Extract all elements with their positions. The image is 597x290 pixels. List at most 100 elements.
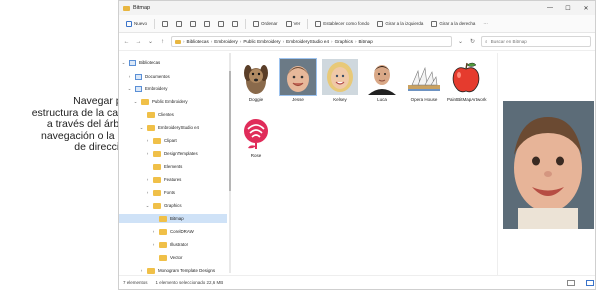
sort-icon: [253, 20, 260, 27]
refresh-icon[interactable]: ↻: [469, 38, 476, 45]
sort-button[interactable]: Ordenar: [250, 20, 281, 28]
folder-icon: [175, 39, 181, 44]
back-icon[interactable]: ←: [123, 39, 130, 45]
breadcrumb-item[interactable]: Bibliotecas: [187, 39, 209, 44]
tree-item-fonts[interactable]: › Fonts: [145, 188, 175, 197]
tree-item-illustrator[interactable]: › Illustrator: [151, 240, 188, 249]
details-view-icon[interactable]: [567, 279, 575, 286]
rotate-right-button[interactable]: Girar a la derecha: [428, 20, 478, 28]
divider: [307, 18, 309, 29]
maximize-button[interactable]: ☐: [559, 5, 577, 12]
tree-item-monogram[interactable]: › Monogram Template Designs: [139, 266, 215, 275]
folder-icon: [153, 176, 161, 183]
tiles-view-icon[interactable]: [586, 279, 594, 286]
chevron-down-icon[interactable]: ⌄: [139, 125, 144, 131]
tree-item-designtemplates[interactable]: › DesignTemplates: [145, 149, 198, 158]
share-button[interactable]: [215, 20, 227, 28]
tree-item-bitmap[interactable]: Bitmap: [119, 214, 227, 223]
library-icon: [129, 59, 136, 66]
library-icon: [135, 85, 142, 92]
tree-item-bibliotecas[interactable]: ⌄ Bibliotecas: [121, 58, 160, 67]
girl-photo-icon: [322, 59, 358, 95]
cut-button[interactable]: [159, 20, 171, 28]
plus-icon: [126, 20, 132, 27]
tree-item-graphics[interactable]: ⌄ Graphics: [145, 201, 182, 210]
baby-photo-icon: [279, 58, 317, 96]
tree-item-embroidery[interactable]: ⌄ Embroidery: [127, 84, 167, 93]
chevron-right-icon[interactable]: ›: [139, 268, 144, 273]
copy-button[interactable]: [173, 20, 185, 28]
file-item-paintbitmapartwork[interactable]: PaintBitMapArtwork: [447, 59, 487, 102]
address-bar[interactable]: › Bibliotecas › Embroidery › Public Embr…: [171, 36, 452, 47]
tree-item-public-embroidery[interactable]: ⌄ Public Embroidery: [133, 97, 188, 106]
tree-item-label: Clientes: [158, 112, 174, 117]
breadcrumb-item[interactable]: EmbroideryStudio e4: [286, 39, 329, 44]
chevron-down-icon[interactable]: ⌄: [127, 86, 132, 92]
set-background-button[interactable]: Establecer como fondo: [312, 20, 372, 28]
file-item-rose[interactable]: Rose: [237, 115, 275, 158]
recent-chevron-icon[interactable]: ⌄: [147, 38, 154, 45]
folder-icon: [123, 5, 130, 11]
folder-icon: [153, 202, 161, 209]
up-icon[interactable]: ↑: [159, 39, 166, 45]
preview-pane: [497, 53, 595, 275]
forward-icon[interactable]: →: [135, 39, 142, 45]
tree-item-embroiderystudio[interactable]: ⌄ EmbroideryStudio e4: [139, 123, 199, 132]
chevron-right-icon[interactable]: ›: [145, 151, 150, 156]
tree-scrollbar[interactable]: [229, 53, 231, 273]
folder-icon: [153, 150, 161, 157]
tree-item-clientes[interactable]: Clientes: [139, 110, 174, 119]
address-dropdown-icon[interactable]: ⌄: [457, 38, 464, 45]
tree-item-features[interactable]: › Features: [145, 175, 181, 184]
rename-button[interactable]: [201, 20, 213, 28]
chevron-right-icon[interactable]: ›: [151, 229, 156, 234]
tree-item-coreldraw[interactable]: › CorelDRAW: [151, 227, 194, 236]
rename-icon: [204, 20, 211, 27]
tree-item-documentos[interactable]: › Documentos: [127, 72, 170, 81]
baby-photo-preview-icon: [498, 53, 595, 275]
more-button[interactable]: ···: [480, 20, 491, 27]
set-background-label: Establecer como fondo: [323, 21, 370, 26]
tree-item-elements[interactable]: Elements: [145, 162, 182, 171]
scrollbar-thumb[interactable]: [229, 71, 231, 191]
file-list: Doggie Jesse Kelsey Luca Opera House Pai…: [233, 53, 495, 275]
image-icon: [315, 20, 322, 27]
share-icon: [218, 20, 225, 27]
chevron-down-icon[interactable]: ⌄: [121, 60, 126, 66]
new-button[interactable]: Nuevo: [123, 20, 150, 28]
view-button[interactable]: Ver: [283, 20, 304, 28]
file-item-jesse[interactable]: Jesse: [279, 58, 317, 102]
tree-item-label: Vector: [170, 255, 183, 260]
chevron-down-icon[interactable]: ⌄: [145, 203, 150, 209]
status-bar: 7 elementos 1 elemento seleccionado 22,6…: [119, 275, 595, 289]
file-item-kelsey[interactable]: Kelsey: [321, 59, 359, 102]
tree-item-label: Monogram Template Designs: [158, 268, 216, 273]
tree-item-clipart[interactable]: › Clipart: [145, 136, 177, 145]
breadcrumb-item[interactable]: Public Embroidery: [243, 39, 280, 44]
file-item-luca[interactable]: Luca: [363, 59, 401, 102]
dog-photo-icon: [238, 59, 274, 95]
delete-button[interactable]: [229, 20, 241, 28]
close-button[interactable]: ✕: [577, 5, 595, 12]
address-row: ← → ⌄ ↑ › Bibliotecas › Embroidery › Pub…: [119, 33, 595, 51]
file-item-doggie[interactable]: Doggie: [237, 59, 275, 102]
window-title: Bitmap: [133, 5, 151, 11]
chevron-right-icon[interactable]: ›: [145, 190, 150, 195]
file-item-opera-house[interactable]: Opera House: [405, 59, 443, 102]
breadcrumb-item[interactable]: Embroidery: [214, 39, 238, 44]
chevron-right-icon[interactable]: ›: [127, 74, 132, 79]
rotate-left-button[interactable]: Girar a la izquierda: [374, 20, 426, 28]
paste-button[interactable]: [187, 20, 199, 28]
folder-icon: [147, 267, 155, 274]
chevron-down-icon[interactable]: ⌄: [133, 99, 138, 105]
chevron-right-icon[interactable]: ›: [151, 242, 156, 247]
breadcrumb-item[interactable]: Bitmap: [358, 39, 372, 44]
tree-item-vector[interactable]: Vector: [151, 253, 182, 262]
chevron-right-icon[interactable]: ›: [145, 138, 150, 143]
file-explorer-window: Bitmap — ☐ ✕ Nuevo Ordenar Ver Establece…: [118, 0, 596, 290]
search-placeholder: Buscar en Bitmap: [490, 39, 527, 44]
chevron-right-icon[interactable]: ›: [145, 177, 150, 182]
breadcrumb-item[interactable]: Graphics: [335, 39, 353, 44]
search-input[interactable]: ⌕ Buscar en Bitmap: [481, 36, 591, 47]
minimize-button[interactable]: —: [541, 5, 559, 11]
